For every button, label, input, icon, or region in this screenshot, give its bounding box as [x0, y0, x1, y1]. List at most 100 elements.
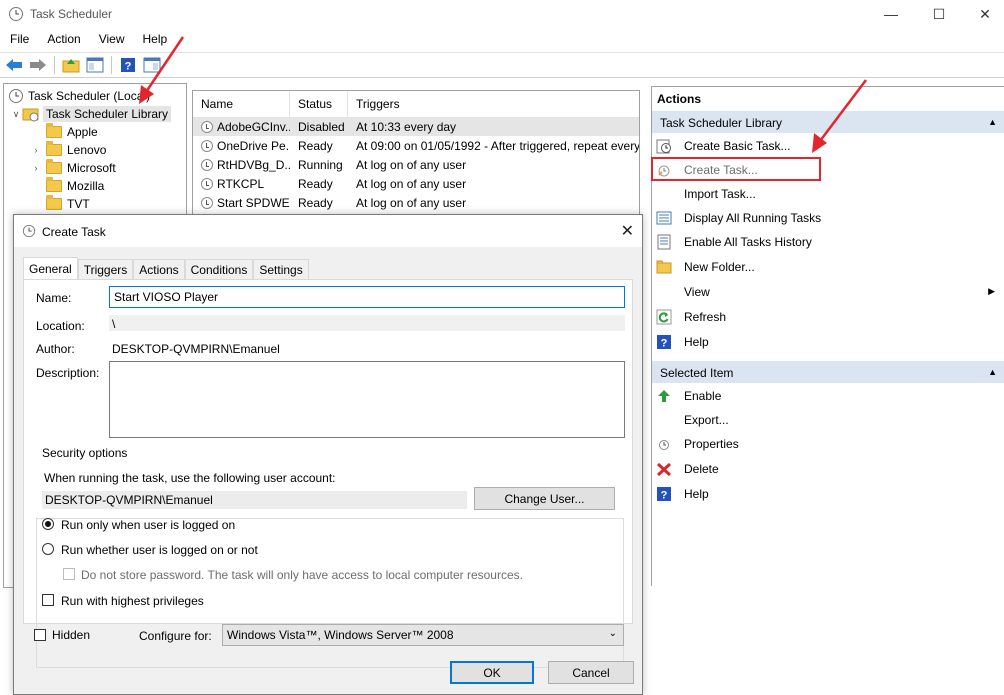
tab-general[interactable]: General [23, 257, 78, 280]
tab-settings[interactable]: Settings [253, 259, 309, 280]
menu-help[interactable]: Help [133, 30, 176, 50]
radio-whether-logged-on[interactable] [42, 543, 54, 555]
action-enable-history[interactable]: Enable All Tasks History [656, 231, 1001, 253]
menu-view[interactable]: View [89, 30, 133, 50]
action-display-running[interactable]: Display All Running Tasks [656, 207, 1001, 229]
actions-header: Actions [657, 92, 702, 106]
properties-icon [656, 436, 672, 452]
task-name: Start SPDWE... [217, 195, 290, 210]
export-icon [656, 412, 672, 428]
action-help[interactable]: ? Help [656, 331, 1001, 353]
highest-privileges-label[interactable]: Run with highest privileges [61, 594, 204, 608]
tree-item-library[interactable]: ∨ Task Scheduler Library [10, 105, 172, 123]
library-folder-icon [22, 108, 39, 122]
show-hide-tree-icon[interactable] [85, 55, 105, 75]
task-status: Disabled [298, 119, 345, 134]
security-options-title: Security options [39, 446, 131, 460]
task-icon [201, 139, 213, 152]
action-delete[interactable]: Delete [656, 458, 1001, 480]
close-button[interactable]: ✕ [962, 0, 1004, 28]
tree-item-label: Lenovo [67, 143, 107, 157]
folder-icon [46, 177, 62, 192]
menu-action[interactable]: Action [37, 30, 88, 50]
action-export[interactable]: Export... [656, 409, 1001, 431]
table-row[interactable]: RTKCPL Ready At log on of any user [193, 174, 639, 193]
minimize-button[interactable]: — [868, 0, 914, 28]
tab-conditions[interactable]: Conditions [184, 259, 254, 280]
maximize-button[interactable]: ☐ [916, 0, 962, 28]
general-tab-panel: Name: Start VIOSO Player Location: \ Aut… [23, 279, 633, 668]
change-user-button[interactable]: Change User... [474, 487, 615, 510]
action-properties[interactable]: Properties [656, 433, 1001, 455]
action-import-task[interactable]: Import Task... [656, 183, 1001, 205]
action-help-selected[interactable]: ? Help [656, 483, 1001, 505]
section-selected-item[interactable]: Selected Item ▲ [652, 361, 1004, 383]
section-library[interactable]: Task Scheduler Library ▲ [652, 111, 1004, 133]
action-view[interactable]: View ▶ [656, 281, 1001, 303]
tree-item-microsoft[interactable]: › Microsoft [30, 159, 116, 177]
task-scheduler-icon [9, 89, 23, 103]
forward-icon[interactable] [28, 55, 48, 75]
task-icon [201, 158, 213, 171]
chevron-right-icon[interactable]: › [30, 163, 42, 173]
tree-item-lenovo[interactable]: › Lenovo [30, 141, 106, 159]
task-name-input[interactable]: Start VIOSO Player [109, 286, 625, 308]
location-value: \ [109, 315, 625, 331]
table-row[interactable]: Start SPDWE... Ready At log on of any us… [193, 193, 639, 212]
close-icon[interactable]: ✕ [621, 221, 634, 241]
table-row[interactable]: OneDrive Pe... Ready At 09:00 on 01/05/1… [193, 136, 639, 155]
table-row[interactable]: AdobeGCInv... Disabled At 10:33 every da… [193, 117, 639, 136]
task-status: Ready [298, 176, 333, 191]
tree-item-label: Mozilla [67, 179, 105, 193]
task-status: Ready [298, 195, 333, 210]
highest-privileges-checkbox[interactable] [42, 594, 54, 606]
hidden-label[interactable]: Hidden [52, 628, 90, 642]
tree-item-mozilla[interactable]: Mozilla [46, 177, 104, 195]
basic-task-icon [656, 138, 672, 154]
action-enable[interactable]: Enable [656, 385, 1001, 407]
task-name: RtHDVBg_D... [217, 157, 290, 172]
author-value: DESKTOP-QVMPIRN\Emanuel [112, 342, 280, 356]
tree-item-apple[interactable]: Apple [46, 123, 98, 141]
hidden-checkbox[interactable] [34, 629, 46, 641]
action-label: Export... [684, 413, 729, 427]
tab-actions[interactable]: Actions [133, 259, 185, 280]
ok-button[interactable]: OK [450, 661, 534, 684]
radio-logged-on-label[interactable]: Run only when user is logged on [61, 518, 235, 532]
table-row[interactable]: RtHDVBg_D... Running At log on of any us… [193, 155, 639, 174]
help-icon[interactable]: ? [118, 55, 138, 75]
new-folder-icon [656, 259, 672, 275]
folder-icon [46, 159, 62, 174]
list-header: Name Status Triggers [193, 91, 639, 117]
author-label: Author: [36, 342, 75, 356]
cancel-button[interactable]: Cancel [548, 661, 634, 684]
action-refresh[interactable]: Refresh [656, 306, 1001, 328]
action-label: Delete [684, 462, 719, 476]
action-new-folder[interactable]: New Folder... [656, 256, 1001, 278]
tab-triggers[interactable]: Triggers [77, 259, 134, 280]
action-label: Create Basic Task... [684, 139, 791, 153]
action-create-basic-task[interactable]: Create Basic Task... [656, 135, 1001, 157]
chevron-right-icon[interactable]: › [30, 145, 42, 155]
tree-root[interactable]: Task Scheduler (Local) [8, 87, 150, 105]
folder-icon [46, 195, 62, 210]
show-action-pane-icon[interactable] [142, 55, 162, 75]
description-textarea[interactable] [109, 361, 625, 438]
column-name[interactable]: Name [193, 91, 290, 117]
chevron-down-icon[interactable]: ∨ [10, 109, 22, 120]
column-triggers[interactable]: Triggers [348, 91, 639, 117]
collapse-icon[interactable]: ▲ [988, 367, 997, 377]
menu-file[interactable]: File [0, 30, 37, 50]
radio-whether-label[interactable]: Run whether user is logged on or not [61, 543, 258, 557]
action-label: Enable [684, 389, 722, 403]
radio-logged-on[interactable] [42, 518, 54, 530]
task-name: AdobeGCInv... [217, 119, 290, 134]
history-icon [656, 234, 672, 250]
collapse-icon[interactable]: ▲ [988, 117, 997, 127]
back-icon[interactable] [4, 55, 24, 75]
no-store-password-checkbox[interactable] [63, 568, 75, 580]
configure-for-select[interactable]: Windows Vista™, Windows Server™ 2008 ⌄ [222, 624, 624, 646]
tree-item-tvt[interactable]: TVT [46, 195, 90, 213]
column-status[interactable]: Status [290, 91, 348, 117]
up-folder-icon[interactable] [61, 55, 81, 75]
